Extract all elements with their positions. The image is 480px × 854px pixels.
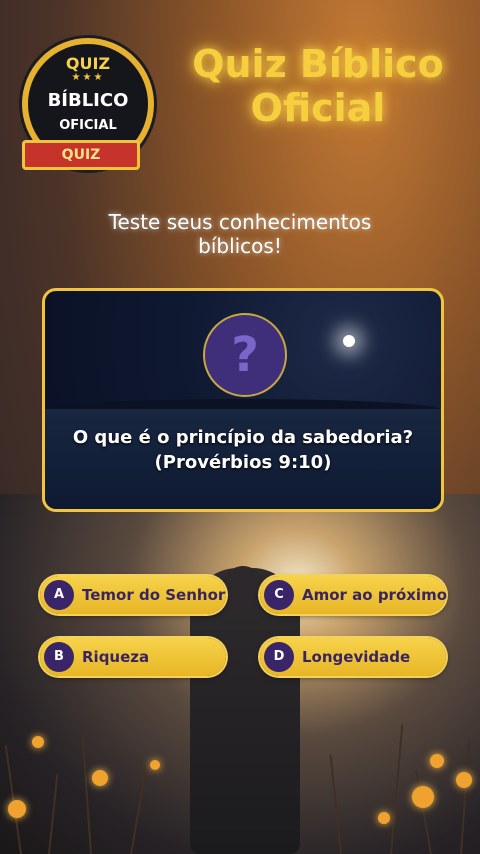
answer-button-a[interactable]: A Temor do Senhor <box>40 576 226 614</box>
star-glow <box>343 335 355 347</box>
page-title: Quiz Bíblico Oficial <box>168 42 468 130</box>
flower <box>412 786 434 808</box>
answer-button-b[interactable]: B Riqueza <box>40 638 226 676</box>
answer-label: Longevidade <box>302 648 411 666</box>
answer-letter-badge: D <box>264 642 294 672</box>
question-card: ? O que é o princípio da sabedoria? (Pro… <box>42 288 444 512</box>
flower <box>8 800 26 818</box>
question-text: O que é o princípio da sabedoria? (Prové… <box>57 425 429 475</box>
answer-label: Temor do Senhor <box>82 586 226 604</box>
subtitle-line-1: Teste seus conhecimentos <box>108 210 372 234</box>
answer-label: Riqueza <box>82 648 150 666</box>
subtitle-line-2: bíblicos! <box>198 234 282 258</box>
answer-letter-badge: B <box>44 642 74 672</box>
answer-button-c[interactable]: C Amor ao próximo <box>260 576 448 614</box>
logo-top-text: QUIZ <box>65 54 111 73</box>
silhouette-head <box>221 566 265 616</box>
title-line-2: Oficial <box>250 86 386 130</box>
logo-main-text: BÍBLICO <box>47 90 129 111</box>
logo-stars: ★★★ <box>71 72 105 83</box>
answer-letter-badge: C <box>264 580 294 610</box>
question-line-1: O que é o princípio da sabedoria? <box>72 427 414 448</box>
answer-letter-badge: A <box>44 580 74 610</box>
question-mark-icon: ? <box>203 313 287 397</box>
subtitle: Teste seus conhecimentos bíblicos! <box>60 210 420 258</box>
flower <box>150 760 160 770</box>
question-line-2: (Provérbios 9:10) <box>154 452 332 473</box>
answer-button-d[interactable]: D Longevidade <box>260 638 446 676</box>
flower <box>456 772 472 788</box>
flower <box>430 754 444 768</box>
logo-sub-text: OFICIAL <box>59 118 117 133</box>
answer-label: Amor ao próximo <box>302 586 448 604</box>
flower <box>92 770 108 786</box>
logo-ribbon: QUIZ <box>22 140 140 170</box>
flower <box>378 812 390 824</box>
title-line-1: Quiz Bíblico <box>192 42 444 86</box>
flower <box>32 736 44 748</box>
